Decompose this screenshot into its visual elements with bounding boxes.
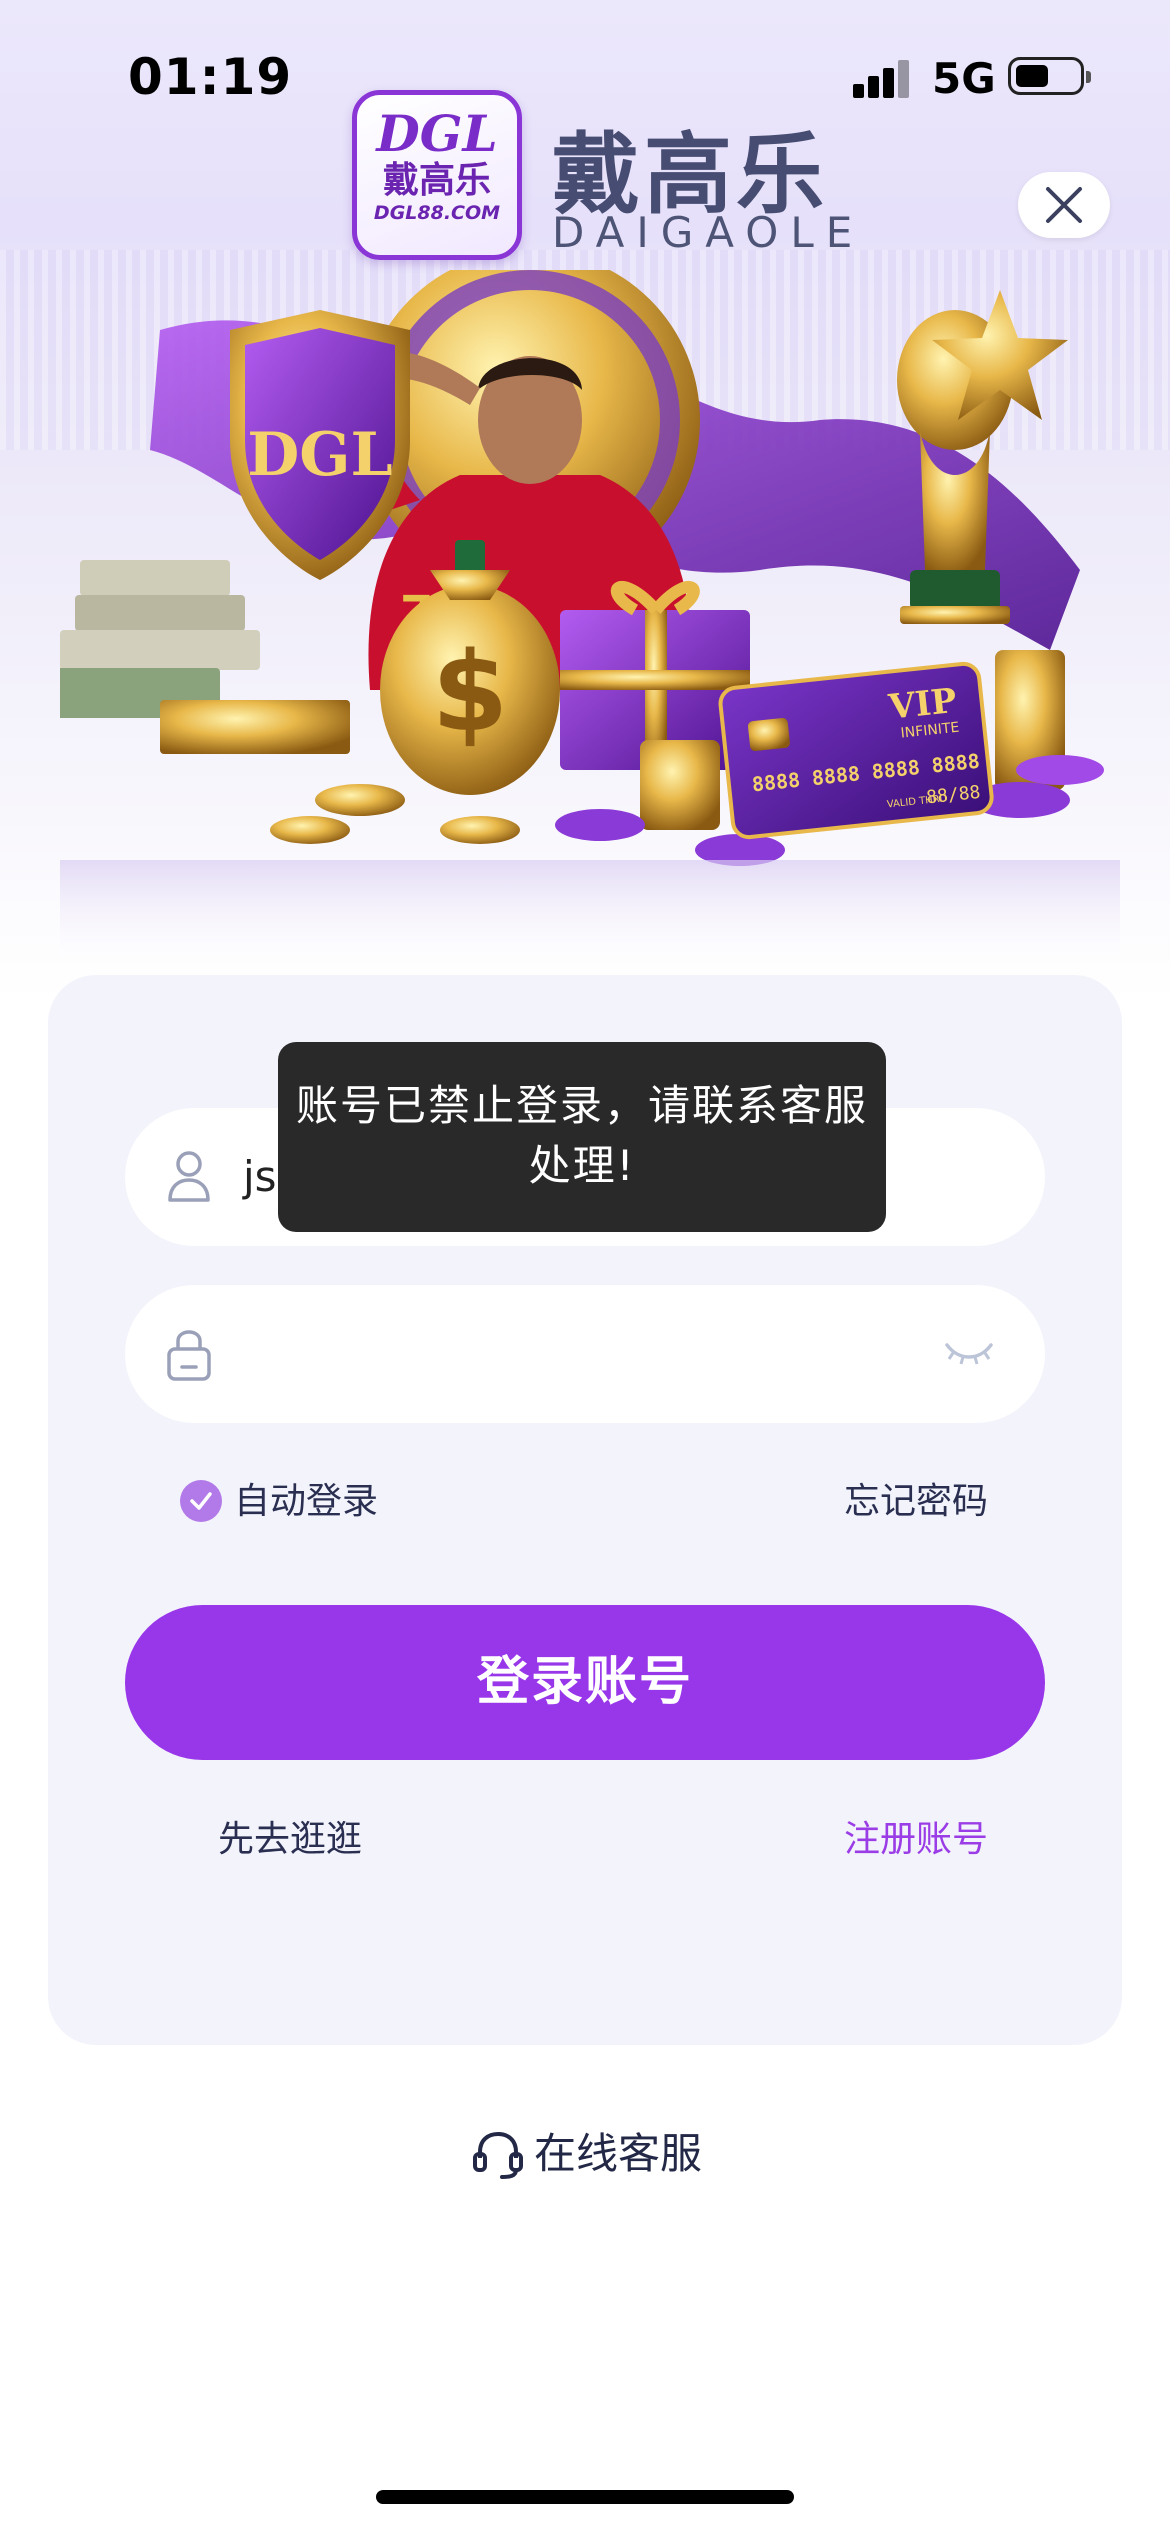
network-type: 5G <box>932 54 996 103</box>
user-icon <box>168 1151 210 1202</box>
close-button[interactable] <box>1018 172 1110 238</box>
online-support-label: 在线客服 <box>534 2129 703 2178</box>
svg-text:$: $ <box>432 628 509 756</box>
logo-text-cn: 戴高乐 <box>382 160 491 201</box>
dgl-shield: DGL <box>230 310 410 580</box>
check-icon <box>190 1492 212 1510</box>
logo-text-url: DGL88.COM <box>373 202 501 224</box>
brand-name-en: DAIGAOLE <box>552 208 865 257</box>
cash-stacks <box>60 560 350 754</box>
auto-login-label: 自动登录 <box>234 1481 379 1522</box>
browse-link[interactable]: 先去逛逛 <box>218 1818 362 1862</box>
battery-icon <box>1008 57 1091 95</box>
forgot-password-link[interactable]: 忘记密码 <box>844 1480 988 1524</box>
vip-card: VIP INFINITE 8888 8888 8888 8888 VALID T… <box>718 661 994 840</box>
shield-text: DGL <box>247 420 392 490</box>
username-value[interactable]: js <box>243 1152 277 1201</box>
home-indicator[interactable] <box>376 2490 794 2504</box>
brand-logo: DGL 戴高乐 DGL88.COM <box>352 90 522 260</box>
signal-icon <box>853 58 913 98</box>
logo-text-dgl: DGL <box>376 104 498 163</box>
status-time: 01:19 <box>128 48 293 106</box>
hero-promo-illustration: 7 DGL $ <box>60 270 1120 970</box>
password-field[interactable] <box>125 1285 1045 1423</box>
login-button[interactable]: 登录账号 <box>125 1605 1045 1760</box>
auto-login-checkbox[interactable] <box>180 1480 222 1522</box>
close-icon <box>1046 187 1082 223</box>
lock-icon <box>167 1330 211 1381</box>
register-link[interactable]: 注册账号 <box>844 1818 988 1862</box>
eye-closed-icon[interactable] <box>943 1337 995 1367</box>
headset-icon <box>473 2131 523 2179</box>
error-toast: 账号已禁止登录，请联系客服处理! <box>278 1042 886 1232</box>
